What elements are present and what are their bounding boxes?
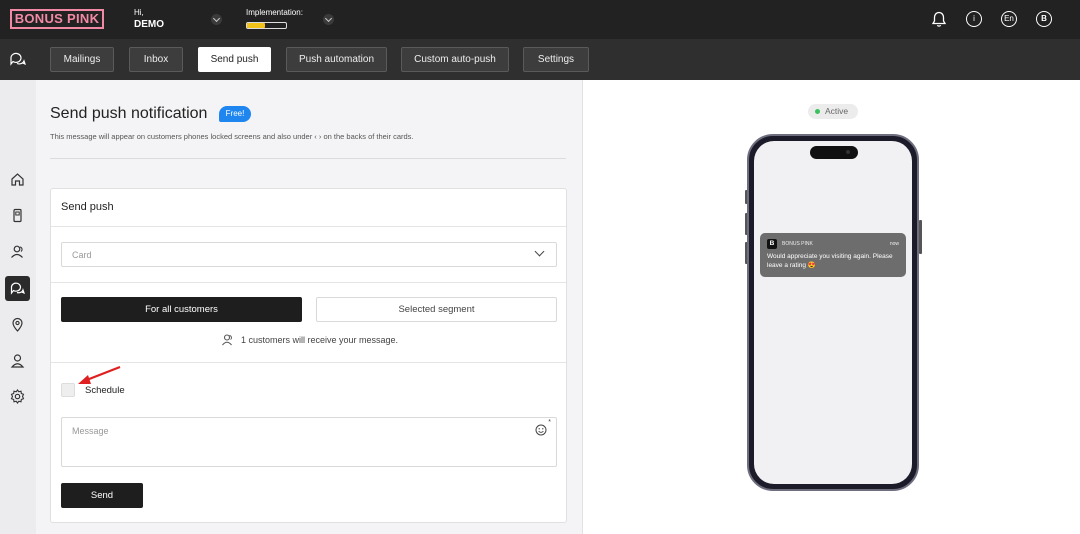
selected-segment-button[interactable]: Selected segment — [316, 297, 557, 322]
chat-icon[interactable] — [9, 51, 26, 67]
required-mark: * — [548, 419, 551, 426]
card-title: Send push — [61, 201, 114, 213]
dynamic-island — [810, 146, 858, 159]
sidebar — [0, 80, 36, 534]
location-icon — [12, 317, 23, 332]
free-badge: Free! — [219, 106, 251, 122]
nav-bar: Mailings Inbox Send push Push automation… — [0, 39, 1080, 80]
message-placeholder: Message — [72, 426, 109, 436]
phone-button — [919, 220, 922, 254]
avatar[interactable]: B — [1036, 11, 1052, 27]
status-text: Active — [825, 106, 849, 116]
user-name: DEMO — [134, 19, 164, 30]
tab-custom-auto-push[interactable]: Custom auto-push — [401, 47, 509, 72]
sidebar-item-messages[interactable] — [5, 276, 30, 301]
notification-message: Would appreciate you visiting again. Ple… — [767, 253, 893, 269]
user-icon — [10, 354, 25, 368]
settings-icon — [10, 389, 25, 404]
annotation-arrow-icon — [78, 365, 121, 384]
status-dot — [815, 109, 820, 114]
sidebar-item-staff[interactable] — [5, 348, 30, 373]
notification-app-name: BONUS PINK — [782, 241, 813, 247]
send-push-card: Send push Card For all customers Selecte… — [50, 188, 567, 523]
implementation-label: Implementation: — [246, 8, 303, 17]
user-chevron-down-icon[interactable] — [211, 14, 222, 25]
tab-mailings[interactable]: Mailings — [50, 47, 114, 72]
recipients-count-text: 1 customers will receive your message. — [241, 335, 399, 345]
top-bar: BONUS PINK Hi, DEMO Implementation: i En… — [0, 0, 1080, 39]
sidebar-item-cards[interactable] — [5, 203, 30, 228]
sidebar-item-customers[interactable] — [5, 239, 30, 264]
all-customers-button[interactable]: For all customers — [61, 297, 302, 322]
home-icon — [11, 173, 24, 186]
divider — [50, 158, 566, 159]
message-input[interactable]: Message * — [61, 417, 557, 467]
notification-time: now — [889, 241, 899, 247]
implementation-chevron-down-icon[interactable] — [323, 14, 334, 25]
main-content: Send push notification Free! This messag… — [36, 80, 582, 534]
info-icon[interactable]: i — [966, 11, 982, 27]
tab-inbox[interactable]: Inbox — [129, 47, 183, 72]
card-select-placeholder: Card — [72, 250, 92, 260]
implementation-progress-fill — [247, 23, 265, 28]
sidebar-item-settings[interactable] — [5, 384, 30, 409]
push-notification-preview: B BONUS PINK now Would appreciate you vi… — [760, 233, 906, 277]
status-badge: Active — [808, 104, 858, 119]
schedule-checkbox[interactable] — [61, 383, 75, 397]
chevron-down-icon — [534, 246, 545, 257]
customers-icon — [11, 245, 23, 258]
sidebar-item-locations[interactable] — [5, 312, 30, 337]
brand-logo[interactable]: BONUS PINK — [10, 9, 104, 29]
card-icon — [13, 208, 22, 223]
divider — [51, 362, 566, 363]
tab-push-automation[interactable]: Push automation — [286, 47, 387, 72]
tab-settings[interactable]: Settings — [523, 47, 589, 72]
customers-icon — [222, 334, 232, 346]
language-icon[interactable]: En — [1001, 11, 1017, 27]
user-greeting[interactable]: Hi, DEMO — [134, 8, 164, 32]
divider — [51, 282, 566, 283]
notification-app-icon: B — [767, 239, 777, 249]
card-select[interactable]: Card — [61, 242, 557, 267]
send-button[interactable]: Send — [61, 483, 143, 508]
tab-send-push[interactable]: Send push — [198, 47, 271, 72]
emoji-icon[interactable] — [535, 424, 547, 436]
implementation-progress — [246, 22, 287, 29]
page-title: Send push notification — [50, 105, 208, 122]
bell-icon[interactable] — [931, 11, 947, 28]
page-subtitle: This message will appear on customers ph… — [50, 132, 414, 141]
sidebar-item-home[interactable] — [5, 167, 30, 192]
divider — [51, 226, 566, 227]
messages-icon — [10, 282, 25, 295]
schedule-label: Schedule — [85, 385, 125, 396]
greeting-text: Hi, — [134, 8, 144, 17]
phone-screen: B BONUS PINK now Would appreciate you vi… — [754, 141, 912, 484]
preview-panel: Active B BONUS PINK now Would appreciate… — [582, 80, 1080, 534]
phone-mockup: B BONUS PINK now Would appreciate you vi… — [747, 134, 919, 491]
